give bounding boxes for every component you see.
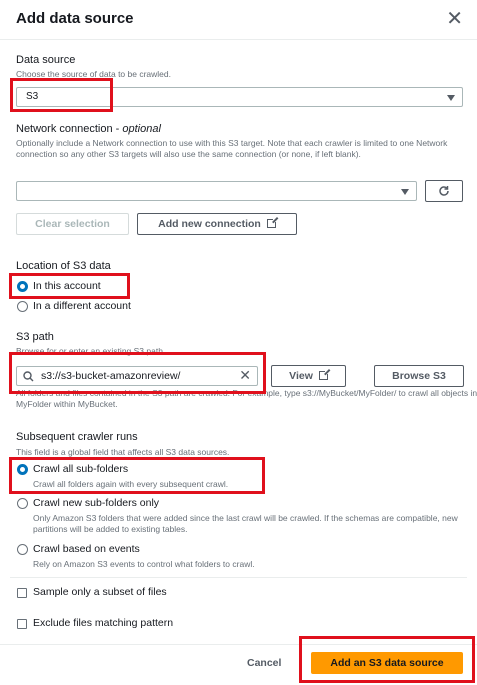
network-desc: Optionally include a Network connection … — [16, 138, 448, 159]
radio-crawl-new-label: Crawl new sub-folders only — [33, 497, 160, 509]
radio-different-account-label: In a different account — [33, 300, 131, 312]
subsequent-label: Subsequent crawler runs — [16, 431, 138, 443]
checkbox-sample[interactable] — [17, 588, 27, 598]
network-select[interactable] — [16, 181, 417, 201]
radio-crawl-new[interactable] — [17, 498, 28, 509]
chevron-down-icon — [401, 189, 409, 195]
highlight-submit — [299, 636, 475, 683]
add-new-connection-button[interactable]: Add new connection — [137, 213, 297, 235]
external-link-icon — [318, 369, 330, 380]
radio-crawl-new-desc: Only Amazon S3 folders that were added s… — [33, 513, 458, 534]
view-label: View — [289, 370, 313, 382]
modal-title: Add data source — [16, 10, 134, 27]
radio-different-account[interactable] — [17, 301, 28, 312]
checkbox-exclude[interactable] — [17, 619, 27, 629]
browse-s3-button[interactable]: Browse S3 — [374, 365, 464, 387]
highlight-s3-path — [9, 352, 266, 394]
refresh-button[interactable] — [425, 180, 463, 202]
radio-crawl-events[interactable] — [17, 544, 28, 555]
network-optional-text: optional — [122, 123, 161, 135]
cancel-button[interactable]: Cancel — [247, 657, 281, 669]
radio-crawl-events-label: Crawl based on events — [33, 543, 140, 555]
chevron-down-icon — [447, 95, 455, 101]
checkbox-exclude-label: Exclude files matching pattern — [33, 617, 174, 629]
network-label: Network connection - optional — [16, 123, 161, 135]
highlight-data-source — [10, 78, 113, 112]
highlight-crawl-all — [9, 457, 265, 494]
add-new-connection-label: Add new connection — [158, 218, 261, 230]
checkbox-sample-label: Sample only a subset of files — [33, 586, 167, 598]
highlight-location — [9, 273, 130, 299]
close-icon[interactable]: ✕ — [446, 9, 463, 29]
view-button[interactable]: View — [271, 365, 346, 387]
radio-crawl-events-desc: Rely on Amazon S3 events to control what… — [33, 559, 255, 569]
s3-path-label: S3 path — [16, 331, 54, 343]
clear-selection-button[interactable]: Clear selection — [16, 213, 129, 235]
divider — [10, 577, 467, 578]
location-label: Location of S3 data — [16, 260, 111, 272]
refresh-icon — [439, 186, 449, 196]
external-link-icon — [266, 217, 278, 228]
data-source-label: Data source — [16, 54, 76, 66]
network-label-text: Network connection - — [16, 123, 123, 135]
